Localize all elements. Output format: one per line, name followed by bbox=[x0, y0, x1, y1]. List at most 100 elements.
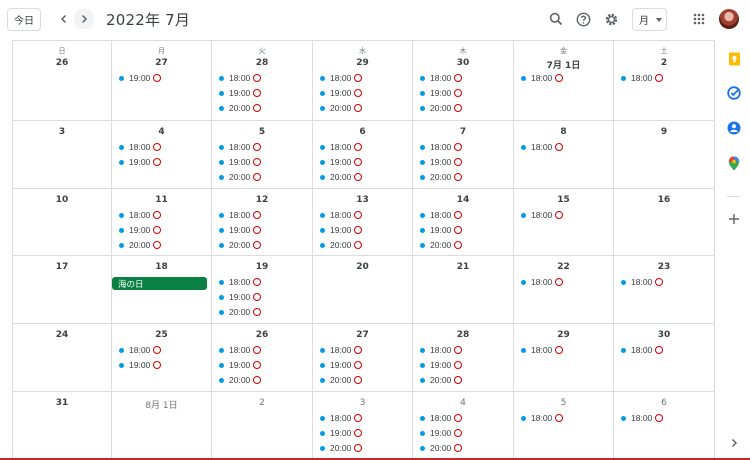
day-cell[interactable]: 5 18:00 bbox=[514, 392, 614, 460]
event-chip[interactable]: 18:00 bbox=[417, 344, 463, 356]
day-cell[interactable]: 22 18:00 bbox=[514, 256, 614, 324]
event-chip[interactable]: 19:00 bbox=[317, 87, 363, 99]
event-chip[interactable]: 18:00 bbox=[317, 209, 363, 221]
day-number[interactable]: 28 bbox=[413, 330, 513, 340]
event-chip[interactable]: 20:00 bbox=[417, 374, 463, 386]
event-chip[interactable]: 18:00 bbox=[518, 344, 564, 356]
chevron-right-icon[interactable] bbox=[74, 9, 94, 29]
day-number[interactable]: 26 bbox=[13, 58, 111, 68]
day-number[interactable]: 15 bbox=[514, 195, 613, 205]
event-chip[interactable]: 18:00 bbox=[618, 344, 664, 356]
maps-icon[interactable] bbox=[726, 155, 742, 171]
event-chip[interactable]: 19:00 bbox=[417, 224, 463, 236]
day-number[interactable]: 21 bbox=[413, 262, 513, 272]
day-cell[interactable]: 8月 1日 bbox=[112, 392, 212, 460]
day-number[interactable]: 8月 1日 bbox=[112, 398, 211, 411]
event-chip[interactable]: 18:00 bbox=[216, 276, 262, 288]
event-chip[interactable]: 19:00 bbox=[116, 359, 162, 371]
event-chip[interactable]: 18:00 bbox=[518, 141, 564, 153]
day-cell[interactable]: 7 18:00 19:00 20:00 bbox=[413, 121, 514, 189]
day-number[interactable]: 31 bbox=[13, 398, 111, 408]
day-number[interactable]: 3 bbox=[313, 398, 412, 408]
day-number[interactable]: 8 bbox=[514, 127, 613, 137]
day-cell[interactable]: 14 18:00 19:00 20:00 bbox=[413, 189, 514, 256]
day-cell[interactable]: 木 30 18:00 19:00 20:00 bbox=[413, 41, 514, 121]
day-number[interactable]: 16 bbox=[614, 195, 714, 205]
event-chip[interactable]: 18:00 bbox=[417, 412, 463, 424]
event-chip[interactable]: 19:00 bbox=[417, 359, 463, 371]
day-cell[interactable]: 水 29 18:00 19:00 20:00 bbox=[313, 41, 413, 121]
event-chip[interactable]: 19:00 bbox=[216, 291, 262, 303]
day-cell[interactable]: 6 18:00 19:00 20:00 bbox=[313, 121, 413, 189]
day-number[interactable]: 4 bbox=[413, 398, 513, 408]
day-cell[interactable]: 21 bbox=[413, 256, 514, 324]
day-cell[interactable]: 火 28 18:00 19:00 20:00 bbox=[212, 41, 313, 121]
day-cell[interactable]: 8 18:00 bbox=[514, 121, 614, 189]
day-cell[interactable]: 20 bbox=[313, 256, 413, 324]
event-chip[interactable]: 19:00 bbox=[116, 72, 162, 84]
event-chip[interactable]: 18:00 bbox=[216, 72, 262, 84]
event-chip[interactable]: 18:00 bbox=[618, 276, 664, 288]
day-number[interactable]: 19 bbox=[212, 262, 312, 272]
contacts-icon[interactable] bbox=[726, 120, 742, 136]
day-cell[interactable]: 6 18:00 bbox=[614, 392, 715, 460]
day-cell[interactable]: 金 7月 1日 18:00 bbox=[514, 41, 614, 121]
event-chip[interactable]: 20:00 bbox=[216, 102, 262, 114]
day-number[interactable]: 30 bbox=[614, 330, 714, 340]
event-chip[interactable]: 19:00 bbox=[317, 427, 363, 439]
day-number[interactable]: 26 bbox=[212, 330, 312, 340]
event-chip[interactable]: 19:00 bbox=[417, 427, 463, 439]
day-number[interactable]: 5 bbox=[514, 398, 613, 408]
day-cell[interactable]: 16 bbox=[614, 189, 715, 256]
day-number[interactable]: 9 bbox=[614, 127, 714, 137]
day-cell[interactable]: 11 18:00 19:00 20:00 bbox=[112, 189, 212, 256]
event-chip[interactable]: 18:00 bbox=[518, 276, 564, 288]
event-chip[interactable]: 18:00 bbox=[518, 72, 564, 84]
day-cell[interactable]: 4 18:00 19:00 bbox=[112, 121, 212, 189]
event-chip[interactable]: 18:00 bbox=[417, 209, 463, 221]
event-chip[interactable]: 18:00 bbox=[317, 412, 363, 424]
day-number[interactable]: 5 bbox=[212, 127, 312, 137]
add-icon[interactable] bbox=[726, 211, 742, 227]
day-cell[interactable]: 9 bbox=[614, 121, 715, 189]
help-icon[interactable] bbox=[573, 9, 593, 29]
event-chip[interactable]: 20:00 bbox=[216, 171, 262, 183]
chevron-right-icon[interactable] bbox=[726, 435, 742, 451]
event-chip[interactable]: 19:00 bbox=[317, 224, 363, 236]
day-cell[interactable]: 15 18:00 bbox=[514, 189, 614, 256]
day-cell[interactable]: 27 18:00 19:00 20:00 bbox=[313, 324, 413, 392]
day-number[interactable]: 18 bbox=[112, 262, 211, 272]
day-cell[interactable]: 17 bbox=[12, 256, 112, 324]
day-number[interactable]: 17 bbox=[13, 262, 111, 272]
day-number[interactable]: 2 bbox=[614, 58, 714, 68]
day-number[interactable]: 27 bbox=[313, 330, 412, 340]
day-cell[interactable]: 26 18:00 19:00 20:00 bbox=[212, 324, 313, 392]
event-chip[interactable]: 19:00 bbox=[216, 156, 262, 168]
event-chip[interactable]: 18:00 bbox=[317, 344, 363, 356]
day-number[interactable]: 25 bbox=[112, 330, 211, 340]
day-number[interactable]: 2 bbox=[212, 398, 312, 408]
day-cell[interactable]: 日 26 bbox=[12, 41, 112, 121]
day-cell[interactable]: 29 18:00 bbox=[514, 324, 614, 392]
event-chip[interactable]: 18:00 bbox=[116, 141, 162, 153]
event-chip[interactable]: 20:00 bbox=[417, 239, 463, 251]
event-chip[interactable]: 18:00 bbox=[116, 344, 162, 356]
day-number[interactable]: 11 bbox=[112, 195, 211, 205]
day-cell[interactable]: 19 18:00 19:00 20:00 bbox=[212, 256, 313, 324]
event-chip[interactable]: 18:00 bbox=[518, 209, 564, 221]
event-chip[interactable]: 19:00 bbox=[116, 224, 162, 236]
day-cell[interactable]: 10 bbox=[12, 189, 112, 256]
day-cell[interactable]: 3 bbox=[12, 121, 112, 189]
event-chip[interactable]: 20:00 bbox=[317, 171, 363, 183]
event-chip[interactable]: 18:00 bbox=[216, 344, 262, 356]
day-number[interactable]: 23 bbox=[614, 262, 714, 272]
event-chip[interactable]: 18:00 bbox=[417, 141, 463, 153]
day-cell[interactable]: 28 18:00 19:00 20:00 bbox=[413, 324, 514, 392]
day-cell[interactable]: 5 18:00 19:00 20:00 bbox=[212, 121, 313, 189]
day-number[interactable]: 7月 1日 bbox=[514, 58, 613, 71]
event-chip[interactable]: 20:00 bbox=[417, 102, 463, 114]
day-number[interactable]: 22 bbox=[514, 262, 613, 272]
event-chip[interactable]: 20:00 bbox=[317, 374, 363, 386]
apps-grid-icon[interactable] bbox=[689, 9, 709, 29]
day-cell[interactable]: 月 27 19:00 bbox=[112, 41, 212, 121]
